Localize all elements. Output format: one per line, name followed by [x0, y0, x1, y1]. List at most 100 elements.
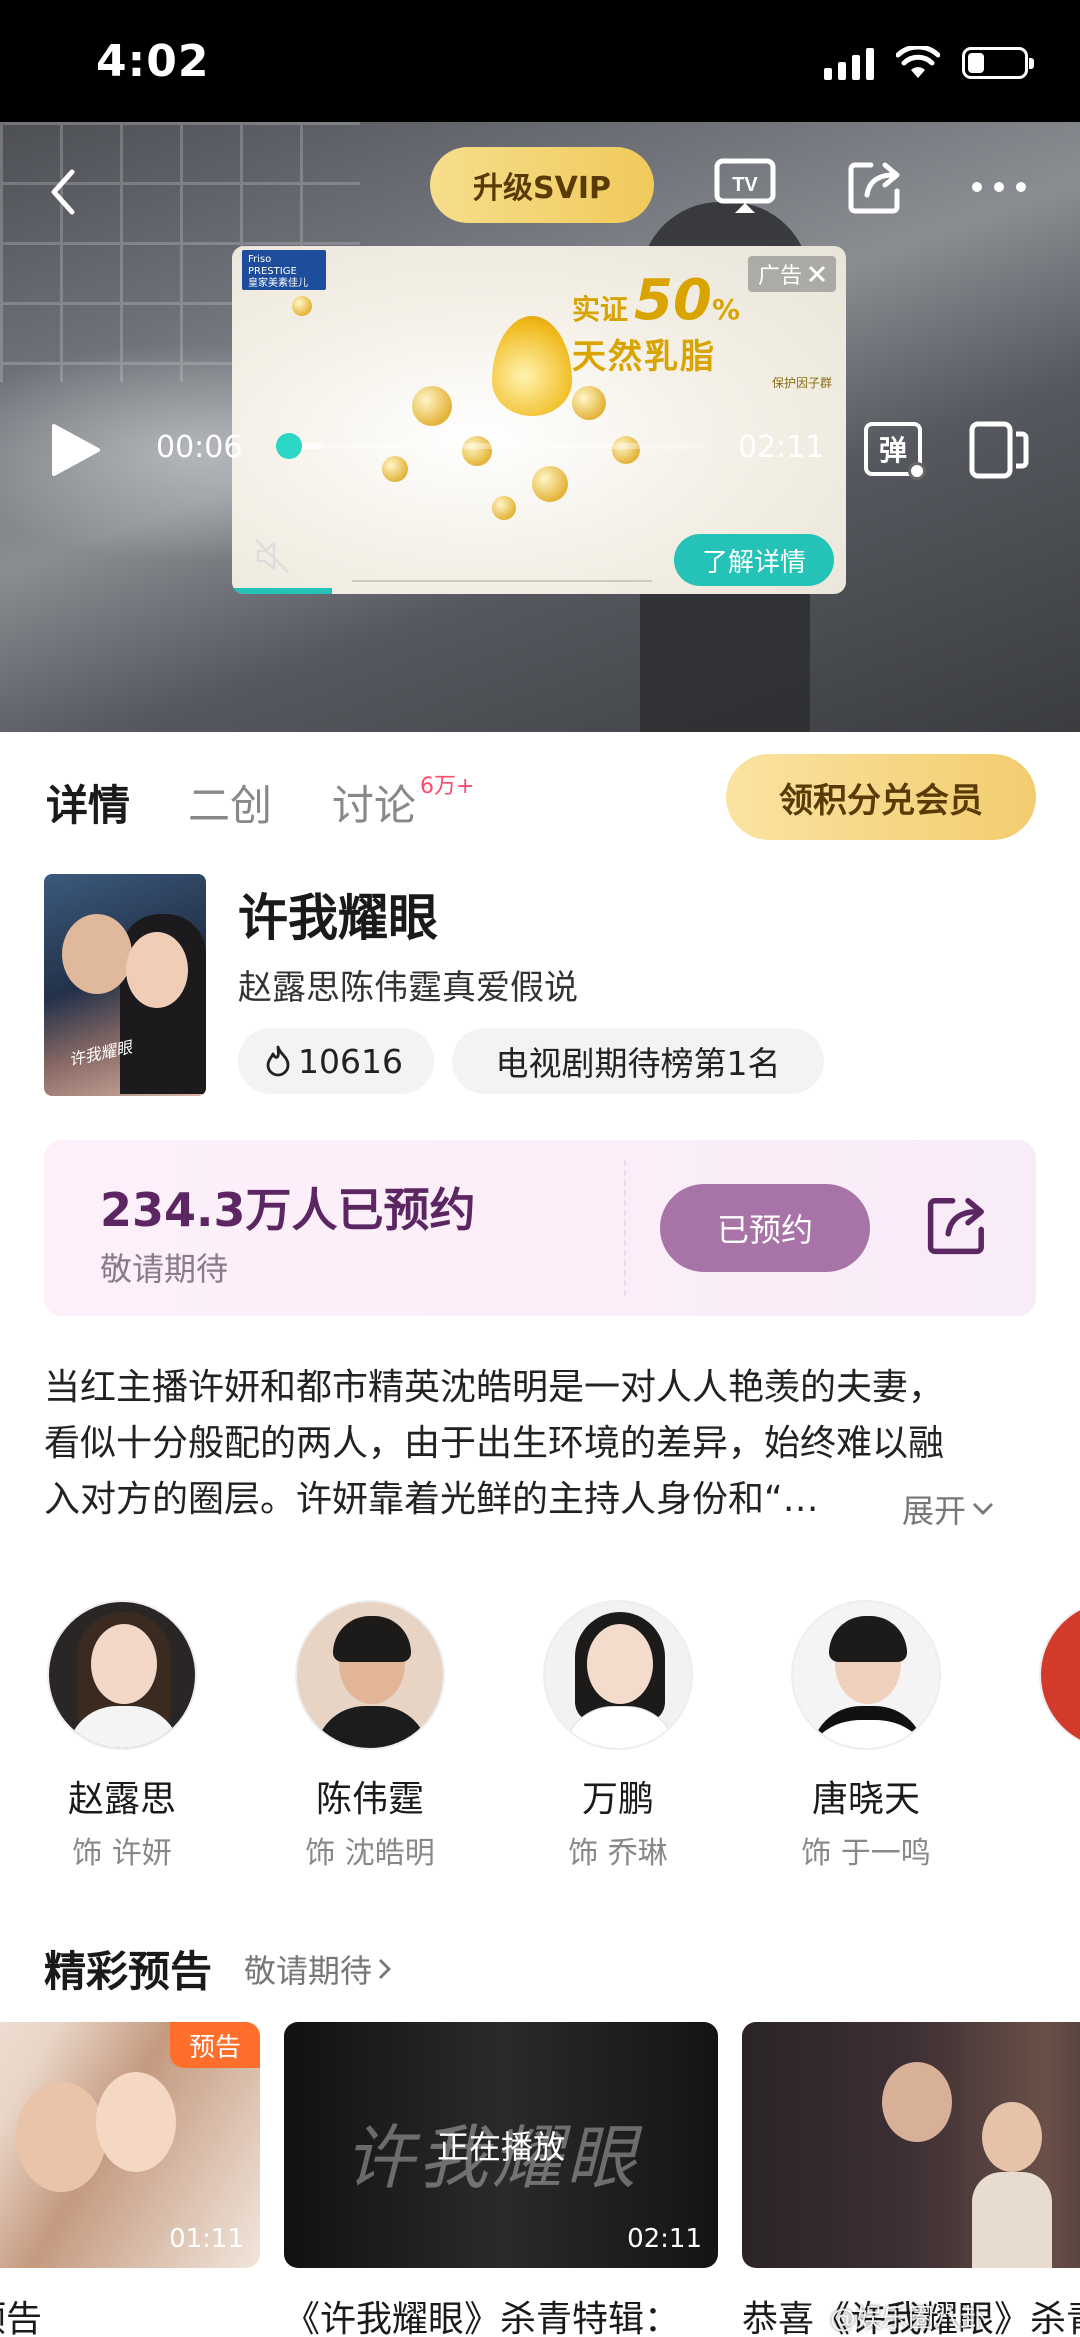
danmu-toggle-button[interactable]: 弹: [864, 422, 926, 480]
chevron-right-icon: [379, 1959, 391, 1979]
share-button[interactable]: [840, 152, 910, 222]
ad-subtext: 保护因子群: [772, 376, 833, 390]
share-icon[interactable]: [924, 1192, 990, 1258]
trailer-thumbnail: [742, 2022, 1080, 2268]
ad-badge-label: 广告: [757, 264, 802, 289]
ad-learn-more-button[interactable]: 了解详情: [674, 534, 834, 586]
brand-logo: Friso PRESTIGE 皇家美素佳儿: [242, 250, 326, 290]
close-icon: [808, 265, 826, 283]
ad-close-button[interactable]: 广告: [747, 256, 836, 292]
trailer-duration: 01:11: [169, 2224, 244, 2254]
avatar: [791, 1600, 941, 1750]
progress-thumb[interactable]: [276, 433, 302, 459]
rotate-screen-icon[interactable]: [968, 420, 1030, 480]
ad-progress-bar: [232, 588, 332, 594]
svg-text:TV: TV: [732, 174, 758, 196]
watermark: @娱乐圈八卦: [830, 2304, 987, 2334]
synopsis-line: 看似十分般配的两人，由于出生环境的差异，始终难以融: [44, 1423, 945, 1464]
ad-overlay[interactable]: Friso PRESTIGE 皇家美素佳儿 广告 实证 50% 天然乳脂 保护因子…: [232, 246, 846, 594]
cast-role: 饰 沈皓明: [305, 1836, 435, 1871]
avatar: [543, 1600, 693, 1750]
milk-drop-icon: [492, 316, 572, 416]
expand-label: 展开: [902, 1492, 967, 1530]
back-button[interactable]: [38, 162, 88, 222]
current-time: 00:06: [156, 430, 243, 465]
cast-name: 唐晓天: [811, 1779, 920, 1820]
tab-details[interactable]: 详情: [46, 772, 130, 833]
cast-name: 赵露思: [67, 1779, 176, 1820]
earn-points-button[interactable]: 领积分兑会员: [726, 754, 1036, 840]
synopsis: 当红主播许妍和都市精英沈皓明是一对人人艳羡的夫妻， 看似十分般配的两人，由于出生…: [44, 1360, 1036, 1528]
trailer-thumbnail: 许我耀眼 正在播放 02:11: [284, 2022, 718, 2268]
synopsis-line: 当红主播许妍和都市精英沈皓明是一对人人艳羡的夫妻，: [44, 1367, 945, 1408]
cast-item[interactable]: 陈伟霆 饰 沈皓明: [270, 1600, 470, 1872]
cast-item[interactable]: 赵露思 饰 许妍: [22, 1600, 222, 1872]
chevron-left-icon: [51, 169, 75, 215]
upgrade-svip-button[interactable]: 升级SVIP: [430, 147, 654, 223]
cast-list[interactable]: 赵露思 饰 许妍 陈伟霆 饰 沈皓明 万鹏 饰 乔琳 唐晓天 饰 于一鸣: [0, 1600, 1080, 1880]
cast-item[interactable]: 唐晓天 饰 于一鸣: [766, 1600, 966, 1872]
cast-item[interactable]: 万鹏 饰 乔琳: [518, 1600, 718, 1872]
danmu-switch-icon: [908, 462, 926, 480]
danmu-label: 弹: [878, 434, 907, 467]
now-playing-label: 正在播放: [436, 2128, 565, 2166]
detail-tabs: 详情 二创 讨论 6万+ 领积分兑会员: [0, 740, 1080, 850]
cast-role: 饰 许妍: [72, 1836, 172, 1871]
video-player[interactable]: 升级SVIP TV Friso PRESTIGE 皇家美素佳儿 广告 实证 50…: [0, 122, 1080, 732]
cast-role: 饰 乔琳: [568, 1836, 668, 1871]
trailers-more-link[interactable]: 敬请期待: [244, 1946, 392, 1992]
wifi-icon: [896, 46, 940, 78]
share-icon: [848, 162, 900, 214]
status-time: 4:02: [96, 36, 210, 87]
cast-name: 万鹏: [581, 1779, 654, 1820]
trailer-title: 《许我耀眼》杀青特辑：: [284, 2299, 681, 2337]
reservation-hint: 敬请期待: [100, 1250, 229, 1288]
play-icon[interactable]: [48, 422, 104, 478]
avatar: [1039, 1600, 1080, 1750]
reservation-card: 234.3万人已预约 敬请期待 已预约: [44, 1140, 1036, 1316]
trailer-item[interactable]: 恭喜《许我耀眼》杀青: [742, 2022, 1080, 2337]
cellular-signal-icon: [824, 46, 874, 80]
battery-icon: [962, 47, 1034, 79]
tab-discussion[interactable]: 讨论: [332, 772, 416, 833]
show-poster[interactable]: 许我耀眼: [44, 874, 206, 1096]
reserved-button[interactable]: 已预约: [660, 1184, 870, 1272]
rank-chip[interactable]: 电视剧期待榜第1名: [452, 1028, 824, 1094]
cast-item[interactable]: [1014, 1600, 1080, 1750]
chevron-down-icon: [973, 1503, 994, 1515]
synopsis-line: 入对方的圈层。许妍靠着光鲜的主持人身份和“…: [44, 1479, 819, 1520]
trailer-item[interactable]: 预告 01:11 眼》首发预告: [0, 2022, 260, 2337]
mute-icon[interactable]: [252, 536, 292, 576]
trailer-tag: 预告: [170, 2022, 260, 2068]
heat-chip[interactable]: 10616: [238, 1028, 434, 1094]
more-dots-icon: [972, 182, 1026, 192]
trailer-duration: 02:11: [627, 2224, 702, 2254]
ad-headline: 实证 50% 天然乳脂: [572, 268, 741, 377]
reservation-count: 234.3万人已预约: [100, 1183, 476, 1237]
molecule-icon: [412, 386, 452, 426]
trailer-thumbnail: 预告 01:11: [0, 2022, 260, 2268]
trailers-section-title: 精彩预告: [44, 1947, 213, 1996]
trailer-title: 眼》首发预告: [0, 2299, 43, 2337]
trailer-item[interactable]: 许我耀眼 正在播放 02:11 《许我耀眼》杀青特辑：: [284, 2022, 718, 2337]
show-title: 许我耀眼: [238, 889, 438, 947]
tv-cast-icon: TV: [714, 158, 776, 213]
trailer-list[interactable]: 预告 01:11 眼》首发预告 许我耀眼 正在播放 02:11 《许我耀眼》杀青…: [0, 2022, 1080, 2337]
flame-icon: [266, 1045, 290, 1077]
progress-slider[interactable]: [276, 433, 704, 459]
trailers-more-label: 敬请期待: [244, 1952, 373, 1990]
cast-role: 饰 于一鸣: [801, 1836, 931, 1871]
expand-synopsis-button[interactable]: 展开: [902, 1486, 994, 1532]
avatar: [47, 1600, 197, 1750]
heat-value: 10616: [298, 1041, 403, 1081]
show-tagline: 赵露思陈伟霆真爱假说: [238, 968, 578, 1008]
status-bar: 4:02: [0, 0, 1080, 122]
discussion-count-badge: 6万+: [420, 774, 475, 799]
duration-time: 02:11: [738, 430, 825, 465]
more-options-button[interactable]: [964, 152, 1034, 222]
status-icons: [824, 46, 1034, 80]
avatar: [295, 1600, 445, 1750]
cast-name: 陈伟霆: [315, 1779, 424, 1820]
tab-fan-creations[interactable]: 二创: [188, 772, 272, 833]
tv-cast-button[interactable]: TV: [710, 152, 780, 222]
